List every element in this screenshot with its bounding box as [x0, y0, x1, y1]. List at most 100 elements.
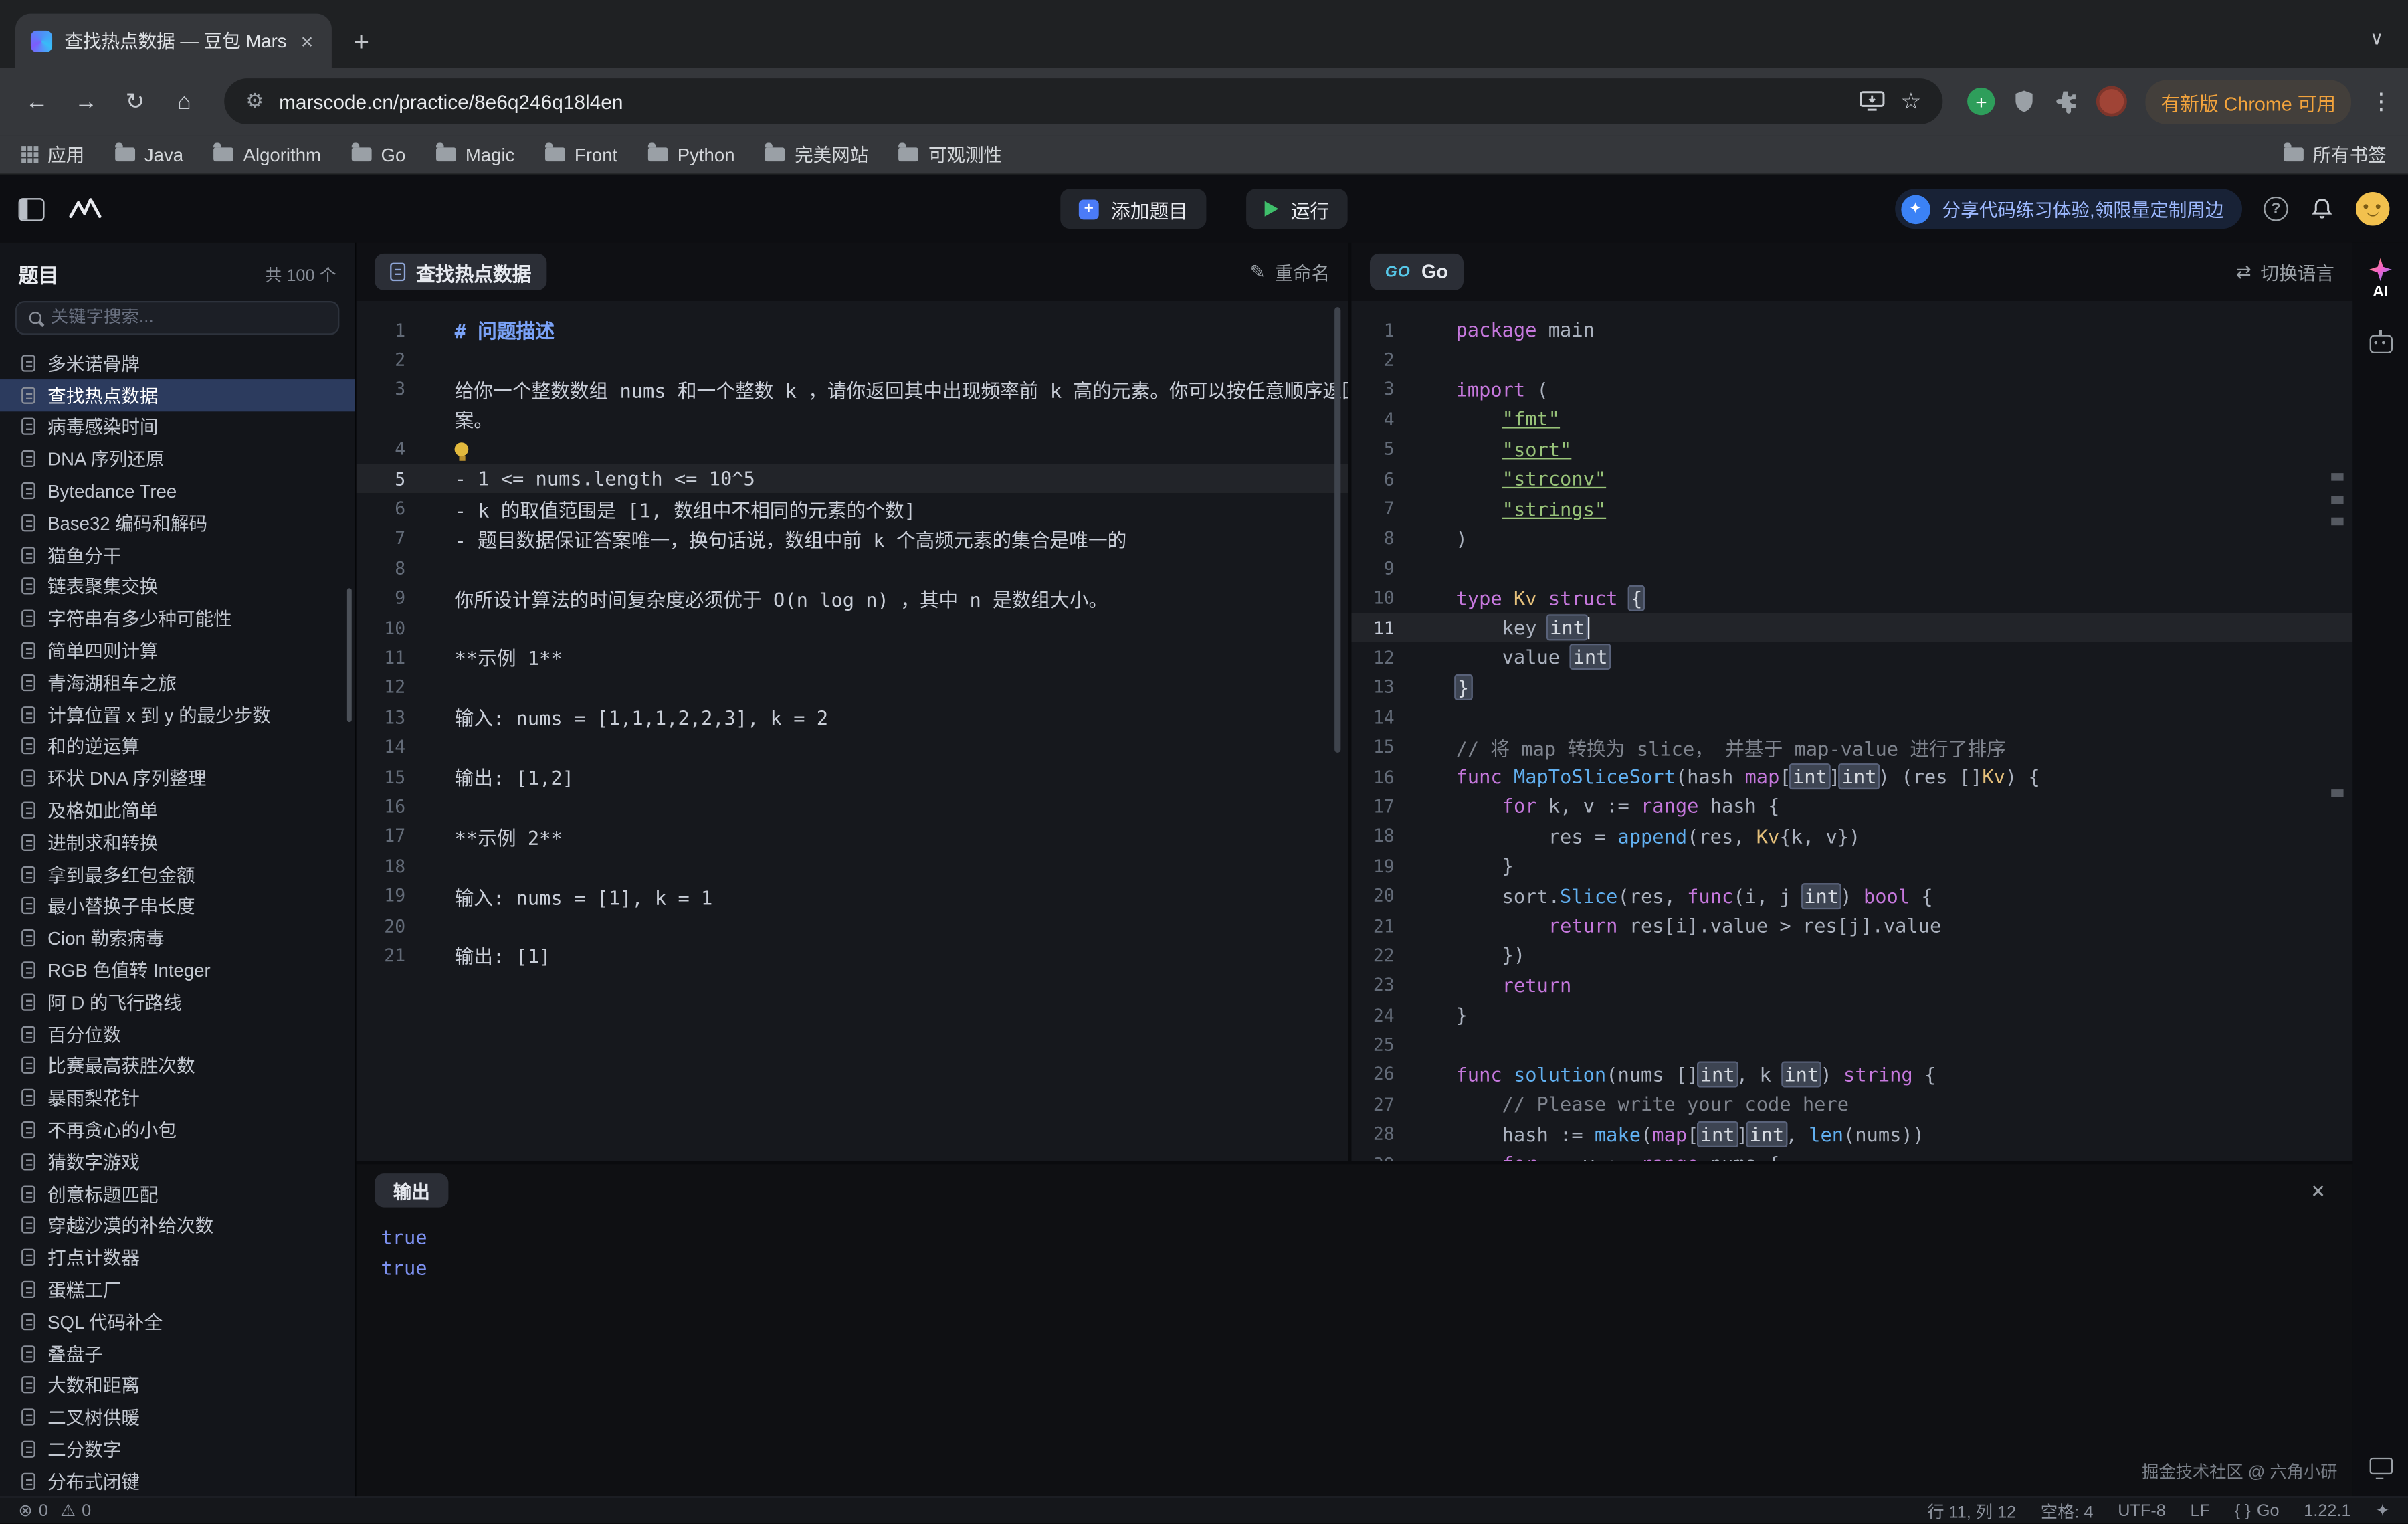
code-line[interactable]: 17 for k, v := range hash { [1351, 791, 2352, 822]
problem-line[interactable]: 9你所设计算法的时间复杂度必须优于 O(n log n) ，其中 n 是数组大小… [357, 583, 1348, 613]
chrome-update-chip[interactable]: 有新版 Chrome 可用 [2146, 79, 2351, 124]
sidebar-toggle-icon[interactable] [19, 197, 45, 220]
code-line[interactable]: 7 "strings" [1351, 494, 2352, 524]
bookmark-item[interactable]: 完美网站 [765, 141, 868, 167]
language-mode[interactable]: { } Go [2235, 1501, 2280, 1520]
address-bar[interactable]: ⚙ ☆ [224, 78, 1942, 124]
sidebar-item[interactable]: 不再贪心的小包 [0, 1114, 355, 1146]
code-line[interactable]: 16func MapToSliceSort(hash map[int]int) … [1351, 761, 2352, 791]
bookmark-item[interactable]: 可观测性 [899, 141, 1002, 167]
cursor-position[interactable]: 行 11, 列 12 [1927, 1499, 2016, 1523]
problem-line[interactable]: 15输出: [1,2] [357, 761, 1348, 791]
monitor-icon[interactable] [2369, 1458, 2391, 1474]
problem-line[interactable]: 20 [357, 911, 1348, 941]
problem-line[interactable]: 5- 1 <= nums.length <= 10^5 [357, 464, 1348, 494]
problem-line[interactable]: 8 [357, 553, 1348, 583]
sidebar-item[interactable]: 二分数字 [0, 1433, 355, 1465]
sidebar-item[interactable]: 分布式闭键 [0, 1465, 355, 1496]
sidebar-item[interactable]: 环状 DNA 序列整理 [0, 763, 355, 795]
problem-editor[interactable]: 1# 问题描述23给你一个整数数组 nums 和一个整数 k ，请你返回其中出现… [357, 301, 1348, 1161]
sidebar-item[interactable]: 阿 D 的飞行路线 [0, 986, 355, 1018]
sidebar-item[interactable]: 查找热点数据 [0, 379, 355, 411]
sidebar-item[interactable]: Bytedance Tree [0, 475, 355, 507]
sidebar-item[interactable]: 进制求和转换 [0, 826, 355, 858]
share-banner[interactable]: ✦ 分享代码练习体验,领限量定制周边 [1894, 189, 2242, 229]
code-line[interactable]: 23 return [1351, 970, 2352, 1000]
browser-menu-icon[interactable]: ⋮ [2370, 88, 2393, 115]
sidebar-item[interactable]: 多米诺骨牌 [0, 347, 355, 379]
run-button[interactable]: 运行 [1246, 189, 1348, 229]
bookmark-item[interactable]: Algorithm [214, 141, 321, 167]
code-editor[interactable]: 1package main23import (4 "fmt"5 "sort"6 … [1351, 301, 2352, 1161]
problem-line[interactable]: 12 [357, 672, 1348, 702]
code-line[interactable]: 6 "strconv" [1351, 464, 2352, 494]
problem-line[interactable]: 18 [357, 851, 1348, 881]
code-line[interactable]: 21 return res[i].value > res[j].value [1351, 911, 2352, 941]
code-line[interactable]: 4 "fmt" [1351, 404, 2352, 434]
code-line[interactable]: 19 } [1351, 851, 2352, 881]
add-problem-button[interactable]: + 添加题目 [1060, 189, 1206, 229]
bookmark-item[interactable]: 应用 [21, 141, 84, 167]
language-tab[interactable]: GO Go [1370, 254, 1464, 290]
extensions-puzzle-icon[interactable] [2053, 89, 2078, 114]
sidebar-item[interactable]: 和的逆运算 [0, 731, 355, 763]
problem-line[interactable]: 6- k 的取值范围是 [1, 数组中不相同的元素的个数] [357, 494, 1348, 524]
problem-line[interactable]: 3给你一个整数数组 nums 和一个整数 k ，请你返回其中出现频率前 k 高的… [357, 375, 1348, 405]
sidebar-item[interactable]: 比赛最高获胜次数 [0, 1050, 355, 1082]
code-line[interactable]: 9 [1351, 553, 2352, 583]
ai-label[interactable]: AI [2373, 284, 2388, 301]
code-line[interactable]: 10type Kv struct { [1351, 583, 2352, 613]
output-tab[interactable]: 输出 [375, 1173, 448, 1208]
install-app-icon[interactable] [1858, 89, 1885, 114]
rename-button[interactable]: ✎ 重命名 [1250, 259, 1330, 285]
code-line[interactable]: 11 key int [1351, 613, 2352, 643]
problem-line[interactable]: 21输出: [1] [357, 941, 1348, 971]
extension-shield-icon[interactable] [2013, 89, 2035, 114]
site-settings-icon[interactable]: ⚙ [245, 89, 264, 114]
code-line[interactable]: 29 for _, v := range nums { [1351, 1149, 2352, 1161]
code-line[interactable]: 25 [1351, 1030, 2352, 1060]
bookmark-item[interactable]: Python [648, 141, 734, 167]
sidebar-item[interactable]: 蛋糕工厂 [0, 1274, 355, 1306]
code-line[interactable]: 22 }) [1351, 941, 2352, 971]
lightbulb-icon[interactable] [455, 442, 469, 456]
url-input[interactable] [279, 90, 1842, 112]
switch-language-button[interactable]: ⇄ 切换语言 [2236, 259, 2334, 285]
sidebar-item[interactable]: 简单四则计算 [0, 635, 355, 667]
extension-green-plus-icon[interactable]: + [1967, 88, 1995, 115]
problem-line[interactable]: 案。 [357, 404, 1348, 434]
search-input[interactable] [51, 308, 326, 327]
sidebar-item[interactable]: Base32 编码和解码 [0, 507, 355, 539]
back-icon[interactable]: ← [15, 80, 58, 122]
problem-line[interactable]: 16 [357, 791, 1348, 822]
language-version[interactable]: 1.22.1 [2304, 1501, 2350, 1520]
sidebar-item[interactable]: 暴雨梨花针 [0, 1082, 355, 1114]
problem-line[interactable]: 1# 问题描述 [357, 315, 1348, 345]
sidebar-item[interactable]: 拿到最多红包金额 [0, 858, 355, 890]
code-line[interactable]: 14 [1351, 702, 2352, 732]
sidebar-item[interactable]: 最小替换子串长度 [0, 890, 355, 923]
sidebar-item[interactable]: 青海湖租车之旅 [0, 666, 355, 698]
code-line[interactable]: 26func solution(nums []int, k int) strin… [1351, 1060, 2352, 1090]
problem-line[interactable]: 2 [357, 345, 1348, 375]
sidebar-item[interactable]: Cion 勒索病毒 [0, 922, 355, 954]
code-line[interactable]: 18 res = append(res, Kv{k, v}) [1351, 821, 2352, 851]
sidebar-item[interactable]: DNA 序列还原 [0, 443, 355, 475]
problem-scrollbar[interactable] [1334, 307, 1340, 753]
sidebar-item[interactable]: 及格如此简单 [0, 794, 355, 826]
sidebar-item[interactable]: 百分位数 [0, 1018, 355, 1050]
sidebar-item[interactable]: 二叉树供暖 [0, 1402, 355, 1434]
sidebar-item[interactable]: 打点计数器 [0, 1242, 355, 1274]
indent-setting[interactable]: 空格: 4 [2041, 1499, 2094, 1523]
all-bookmarks-button[interactable]: 所有书签 [2284, 141, 2387, 167]
bookmark-item[interactable]: Front [545, 141, 617, 167]
notifications-bell-icon[interactable] [2310, 197, 2334, 221]
code-line[interactable]: 2 [1351, 345, 2352, 375]
sidebar-item[interactable]: 猜数字游戏 [0, 1146, 355, 1178]
encoding[interactable]: UTF-8 [2118, 1501, 2166, 1520]
code-line[interactable]: 8) [1351, 523, 2352, 553]
bookmark-star-icon[interactable]: ☆ [1901, 88, 1922, 115]
code-line[interactable]: 24} [1351, 1000, 2352, 1030]
code-line[interactable]: 5 "sort" [1351, 434, 2352, 464]
tab-close-icon[interactable]: × [298, 28, 316, 53]
